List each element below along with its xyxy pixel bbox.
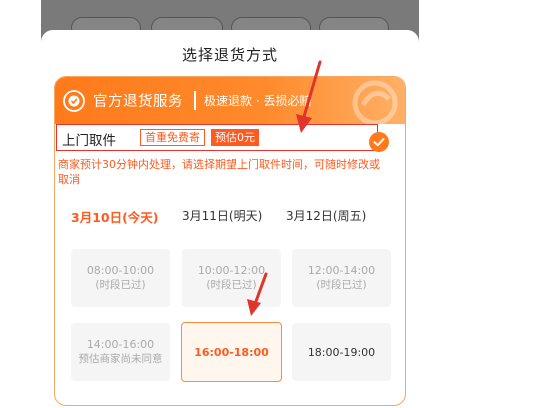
slot-status: 预估商家尚未同意 <box>78 353 163 365</box>
time-slot[interactable]: 10:00-12:00 (时段已过) <box>182 249 281 307</box>
date-tab-tomorrow[interactable]: 3月11日(明天) <box>182 207 262 224</box>
time-slot[interactable]: 12:00-14:00 (时段已过) <box>292 249 391 307</box>
date-tab-today[interactable]: 3月10日(今天) <box>71 207 159 226</box>
time-slot[interactable]: 08:00-10:00 (时段已过) <box>71 249 170 307</box>
slot-time: 12:00-14:00 <box>307 264 376 277</box>
slot-status: (时段已过) <box>95 279 146 291</box>
header-divider <box>194 91 196 110</box>
service-header: 官方退货服务 极速退款 · 丢损必赔 <box>55 77 405 125</box>
slot-time: 18:00-19:00 <box>307 345 376 359</box>
free-shipping-badge: 首重免费寄 <box>140 129 205 146</box>
return-method-sheet: 选择退货方式 官方退货服务 极速退款 · 丢损必赔 上门取件 首重免费寄 预估0… <box>41 30 419 408</box>
shield-badge-icon <box>63 90 85 112</box>
pickup-option-label: 上门取件 <box>62 133 116 149</box>
time-slot[interactable]: 18:00-19:00 <box>292 323 391 381</box>
selected-check-icon[interactable] <box>369 132 389 152</box>
slot-time: 08:00-10:00 <box>86 264 155 277</box>
service-title: 官方退货服务 <box>93 94 183 110</box>
time-slot[interactable]: 14:00-16:00 预估商家尚未同意 <box>71 323 170 381</box>
sheet-title: 选择退货方式 <box>181 46 278 64</box>
slot-time: 14:00-16:00 <box>86 338 155 351</box>
service-slogan: 极速退款 · 丢损必赔 <box>204 94 312 108</box>
date-tab-friday[interactable]: 3月12日(周五) <box>286 207 366 224</box>
pickup-note: 商家预计30分钟内处理，请选择期望上门取件时间，可随时修改或取消 <box>58 158 380 186</box>
slot-time: 10:00-12:00 <box>197 264 266 277</box>
slot-status: (时段已过) <box>206 279 257 291</box>
estimate-badge: 预估0元 <box>211 129 259 146</box>
time-slot-selected[interactable]: 16:00-18:00 <box>181 322 282 382</box>
slot-status: (时段已过) <box>316 279 367 291</box>
decorative-logo-icon <box>352 80 398 125</box>
background-filter-chips <box>41 17 419 39</box>
slot-time: 16:00-18:00 <box>194 345 269 359</box>
pickup-option-row[interactable]: 上门取件 首重免费寄 预估0元 <box>56 124 378 151</box>
